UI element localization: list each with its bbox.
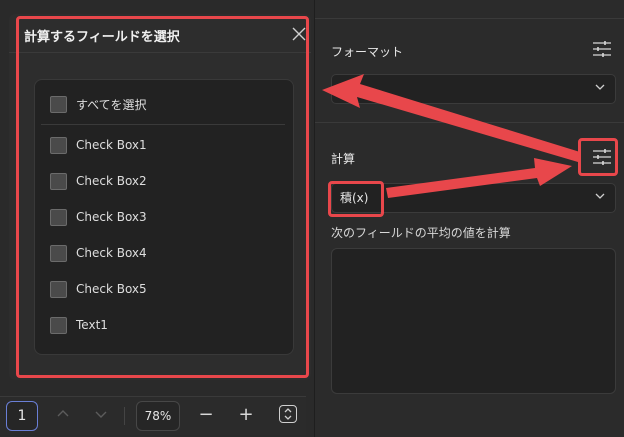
- chevron-down-icon[interactable]: [94, 407, 108, 421]
- settings-button-highlight: [578, 138, 618, 176]
- next-page-button[interactable]: [94, 407, 108, 421]
- dialog-highlight: [16, 16, 309, 378]
- calc-fields-textarea[interactable]: [331, 248, 616, 394]
- zoom-out-button[interactable]: −: [194, 403, 218, 427]
- bottom-toolbar: 1 78% − +: [0, 396, 306, 435]
- properties-panel: フォーマット 計算 積(x) 次のフィールドの平均の値を計算: [314, 0, 624, 437]
- fit-page-button[interactable]: [279, 405, 297, 423]
- panel-divider: [315, 18, 624, 19]
- chevron-down-icon: [595, 75, 605, 103]
- format-dropdown[interactable]: [331, 74, 616, 104]
- sliders-icon[interactable]: [592, 40, 612, 58]
- chevron-up-icon[interactable]: [56, 407, 70, 421]
- zoom-level-input[interactable]: 78%: [136, 401, 180, 431]
- panel-divider: [315, 122, 624, 123]
- document-area: 計算するフィールドを選択 すべてを選択 Check Box1 Check Box…: [0, 0, 314, 437]
- toolbar-divider: [124, 407, 125, 425]
- format-section-label: フォーマット: [331, 45, 404, 59]
- zoom-in-button[interactable]: +: [234, 403, 258, 427]
- page-number-input[interactable]: 1: [6, 401, 38, 431]
- previous-page-button[interactable]: [56, 407, 70, 421]
- format-settings-button[interactable]: [592, 40, 612, 58]
- calc-description: 次のフィールドの平均の値を計算: [331, 226, 511, 240]
- chevron-down-icon: [595, 184, 605, 212]
- calc-value-highlight: [328, 181, 384, 217]
- calc-section-label: 計算: [331, 152, 356, 166]
- fit-page-icon[interactable]: [280, 406, 296, 422]
